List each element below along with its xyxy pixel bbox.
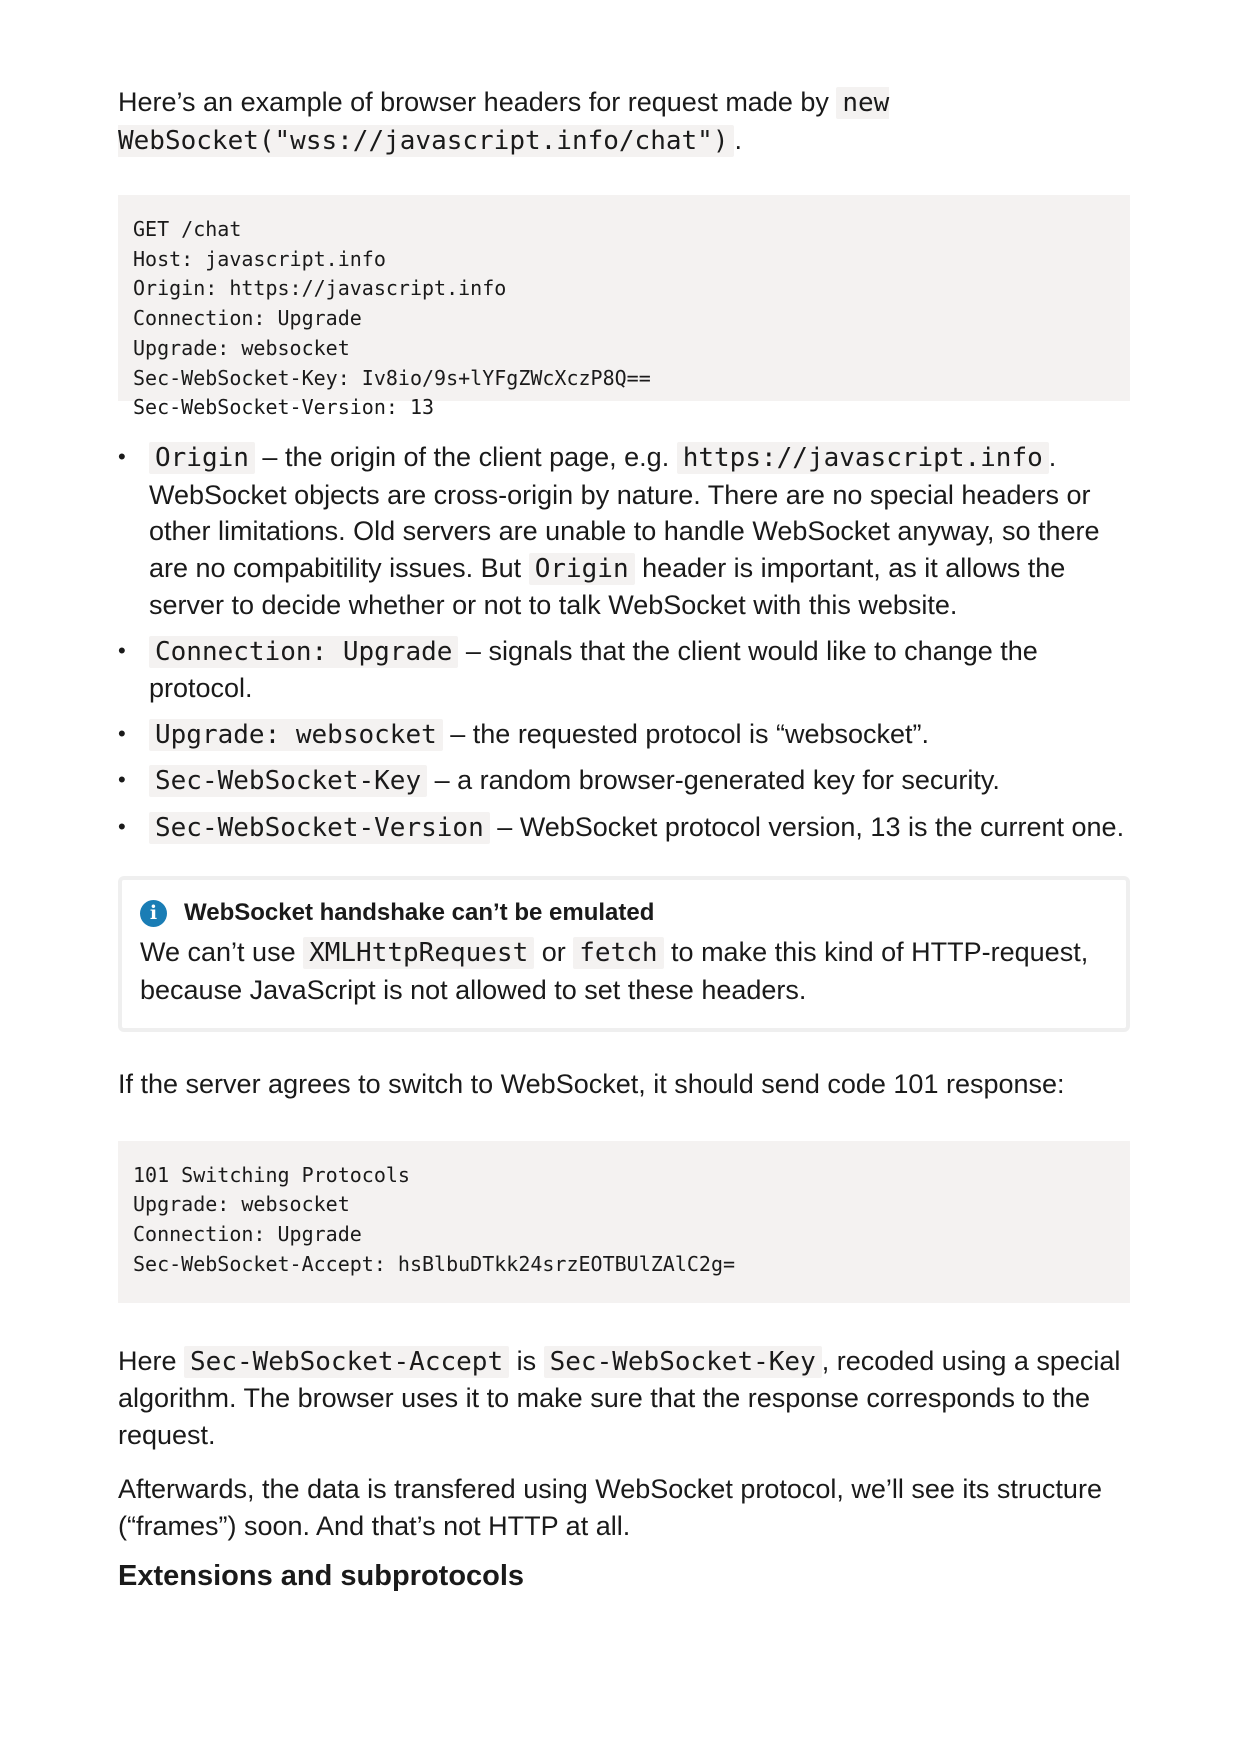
list-item-version: • Sec-WebSocket-Version – WebSocket proto… (118, 809, 1130, 847)
inline-code-connection-upgrade: Connection: Upgrade (149, 635, 459, 668)
notice-text: or (534, 937, 574, 967)
paragraph-text: is (509, 1345, 544, 1376)
inline-code-sec-websocket-key: Sec-WebSocket-Key (543, 1345, 822, 1378)
code-line: Sec-WebSocket-Version: 13 (133, 395, 435, 420)
paragraph-text: Here (118, 1345, 185, 1376)
list-item-text: – the requested protocol is “websocket”. (442, 718, 930, 749)
info-icon: i (140, 899, 167, 927)
code-line: Upgrade: websocket (133, 335, 350, 360)
code-line: Connection: Upgrade (133, 306, 362, 331)
inline-code-origin-url: https://javascript.info (676, 442, 1049, 474)
inline-code-sec-websocket-version: Sec-WebSocket-Version (149, 811, 490, 844)
inline-code-fetch: fetch (573, 937, 664, 969)
list-item-connection: • Connection: Upgrade – signals that the … (118, 633, 1130, 707)
list-item-upgrade: • Upgrade: websocket – the requested prot… (118, 716, 1130, 754)
code-line: Upgrade: websocket (133, 1192, 350, 1217)
inline-code-sec-websocket-accept: Sec-WebSocket-Accept (184, 1345, 510, 1378)
code-line: Sec-WebSocket-Key: Iv8io/9s+lYFgZWcXczP8… (133, 365, 651, 390)
inline-code-sec-websocket-key: Sec-WebSocket-Key (149, 765, 428, 797)
bullet-glyph: • (118, 813, 126, 839)
list-item-text: – WebSocket protocol version, 13 is the … (489, 811, 1125, 842)
list-item-text: – the origin of the client page, e.g. (254, 442, 677, 472)
bullet-glyph: • (118, 637, 126, 663)
section-heading: Extensions and subprotocols (118, 1560, 525, 1592)
inline-code-origin: Origin (528, 552, 635, 585)
notice-text: We can’t use (140, 937, 304, 967)
code-line: Host: javascript.info (133, 246, 386, 271)
bullet-glyph: • (118, 720, 126, 746)
document-page: Here’s an example of browser headers for… (118, 84, 1130, 1594)
notice-body: We can’t use XMLHttpRequest or fetch to … (140, 934, 1108, 1008)
bullet-glyph: • (118, 444, 126, 469)
code-line: 101 Switching Protocols (133, 1162, 410, 1187)
list-item-origin: • Origin – the origin of the client page,… (118, 439, 1130, 624)
code-line: Sec-WebSocket-Accept: hsBlbuDTkk24srzEOT… (133, 1251, 736, 1276)
intro-text: Here’s an example of browser headers for… (118, 87, 837, 117)
afterwards-paragraph: Afterwards, the data is transfered using… (118, 1474, 1102, 1541)
notice-title: WebSocket handshake can’t be emulated (184, 899, 655, 926)
response-intro-paragraph: If the server agrees to switch to WebSoc… (118, 1069, 1065, 1099)
code-line: Connection: Upgrade (133, 1221, 362, 1246)
inline-code-xmlhttprequest: XMLHttpRequest (303, 937, 535, 969)
accept-paragraph: Here Sec-WebSocket-Accept is Sec-WebSock… (118, 1343, 1130, 1454)
list-item-text: – a random browser-generated key for sec… (427, 765, 1000, 795)
code-line: Origin: https://javascript.info (133, 276, 507, 301)
header-explanations-list: • Origin – the origin of the client page,… (118, 439, 1130, 846)
intro-paragraph: Here’s an example of browser headers for… (118, 84, 1130, 159)
bullet-glyph: • (118, 767, 126, 792)
notice-header: i WebSocket handshake can’t be emulated (140, 898, 1108, 928)
code-line: GET /chat (133, 217, 242, 241)
request-headers-code-block: GET /chat Host: javascript.info Origin: ht… (118, 195, 1130, 419)
inline-code-origin: Origin (149, 442, 255, 474)
list-item-key: • Sec-WebSocket-Key – a random browser-ge… (118, 762, 1130, 800)
inline-code-upgrade-websocket: Upgrade: websocket (149, 718, 443, 751)
info-notice-box: i WebSocket handshake can’t be emulated … (118, 876, 1130, 1032)
intro-after: . (734, 124, 742, 155)
response-headers-code-block: 101 Switching Protocols Upgrade: websocke… (118, 1140, 1130, 1303)
